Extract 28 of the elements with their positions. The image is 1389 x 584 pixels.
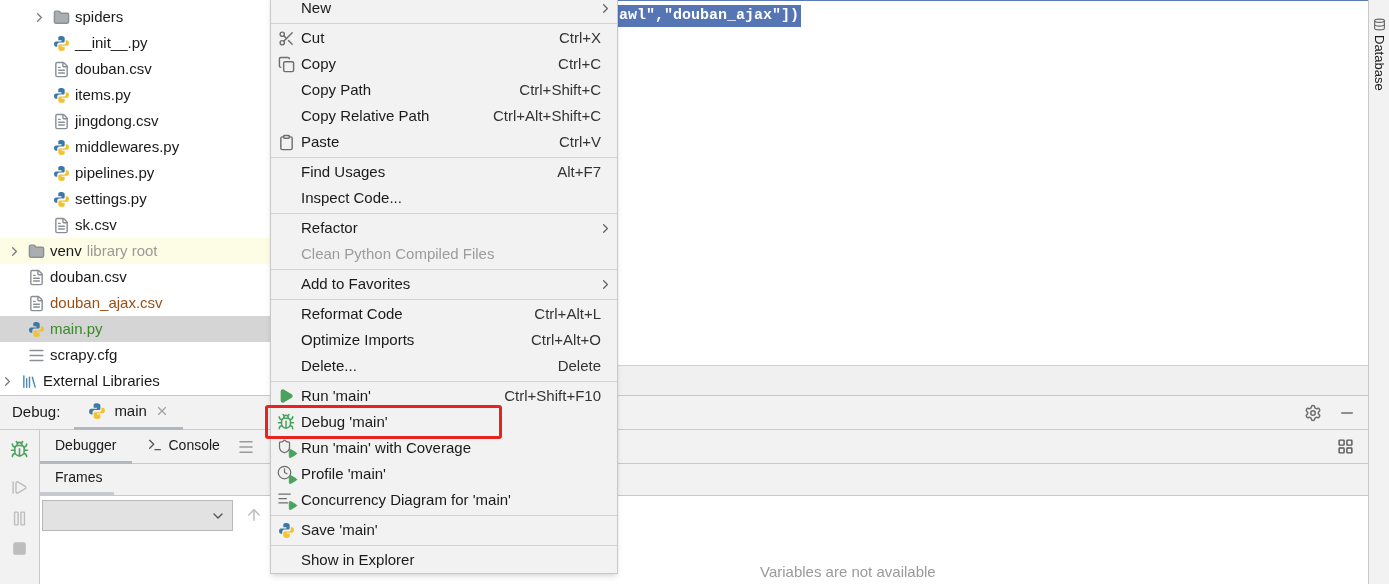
shortcut-label: Ctrl+Shift+F10 [504, 385, 602, 406]
file-name: jingdong.csv [75, 110, 159, 131]
file-name: venv [50, 240, 82, 261]
shortcut-label: Ctrl+Shift+C [519, 79, 602, 100]
file-name: settings.py [75, 188, 147, 209]
file-name: douban.csv [75, 58, 152, 79]
file-name: items.py [75, 84, 131, 105]
file-name: main.py [50, 318, 103, 339]
shortcut-label: Ctrl+C [558, 53, 602, 74]
library-root-label: library root [86, 240, 158, 261]
shortcut-label: Ctrl+Alt+Shift+C [493, 105, 602, 126]
shortcut-label: Ctrl+V [558, 131, 602, 152]
file-name: External Libraries [43, 370, 160, 391]
file-name: pipelines.py [75, 162, 155, 183]
file-name: spiders [75, 6, 124, 27]
shortcut-label: Ctrl+X [558, 27, 602, 48]
empty-message: Variables are not available [760, 563, 936, 580]
shortcut-label: Alt+F7 [557, 161, 602, 182]
file-name: sk.csv [75, 214, 117, 235]
shortcut-label: Ctrl+Alt+O [530, 329, 602, 350]
panel-title: Debug: [12, 402, 61, 423]
file-name: scrapy.cfg [50, 344, 118, 365]
file-name: middlewares.py [75, 136, 180, 157]
shortcut-label: Ctrl+Alt+L [534, 303, 602, 324]
file-name: douban_ajax.csv [50, 292, 163, 313]
shortcut-label: Delete [557, 355, 602, 376]
file-name: __init__.py [75, 32, 148, 53]
file-name: douban.csv [50, 266, 127, 287]
